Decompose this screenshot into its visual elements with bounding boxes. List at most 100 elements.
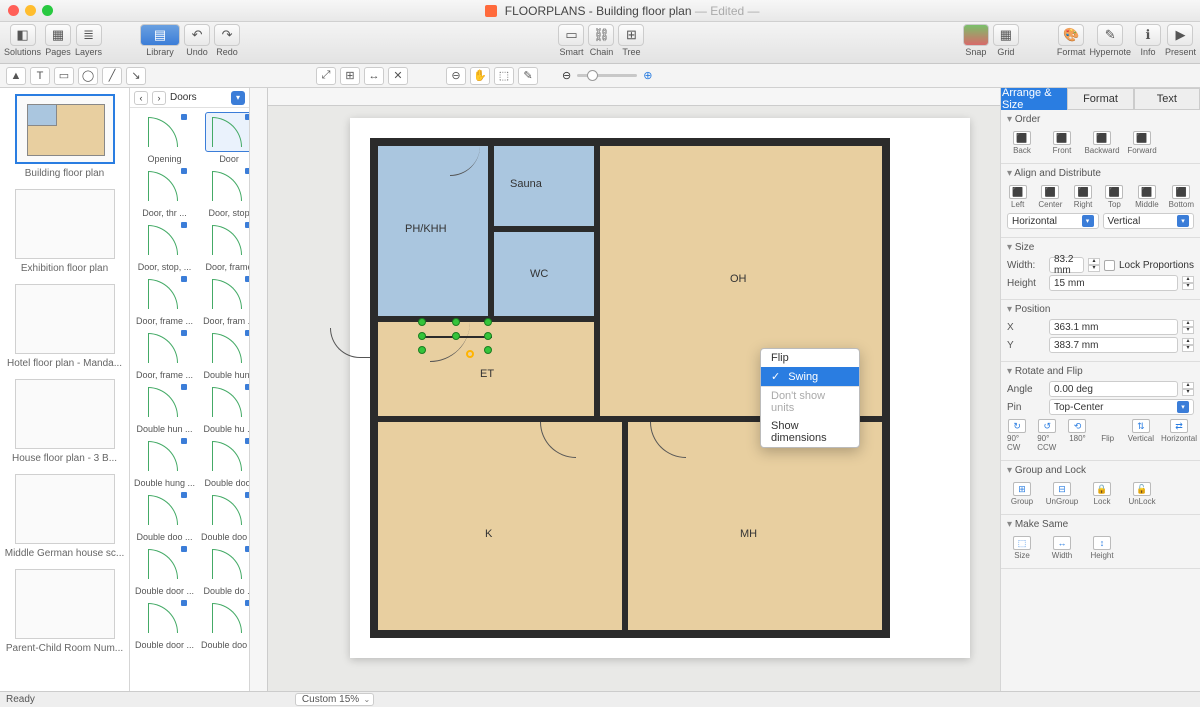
align-right[interactable]: ⬛Right bbox=[1072, 185, 1093, 209]
menu-show-dimensions[interactable]: Show dimensions bbox=[761, 417, 859, 447]
lib-fwd-icon[interactable]: › bbox=[152, 91, 166, 105]
order-backward[interactable]: ⬛Backward bbox=[1087, 131, 1117, 155]
library-item[interactable]: Door, thr ... bbox=[134, 166, 195, 218]
tool-d[interactable]: ✕ bbox=[388, 67, 408, 85]
unlock-btn[interactable]: 🔓UnLock bbox=[1127, 482, 1157, 506]
undo-button[interactable]: ↶ bbox=[184, 24, 210, 46]
lock-proportions[interactable]: Lock Proportions bbox=[1104, 260, 1194, 271]
library-item[interactable]: Door, frame ... bbox=[134, 328, 195, 380]
layers-button[interactable]: ≣ bbox=[76, 24, 102, 46]
distribute-h[interactable]: Horizontal▾ bbox=[1007, 213, 1099, 229]
rotate-cw[interactable]: ↻90° CW bbox=[1007, 419, 1027, 452]
smart-button[interactable]: ▭ bbox=[558, 24, 584, 46]
library-item[interactable]: Double do ... bbox=[201, 544, 249, 596]
tab-text[interactable]: Text bbox=[1134, 88, 1200, 110]
rotate-header[interactable]: Rotate and Flip bbox=[1007, 366, 1194, 377]
library-item[interactable]: Double doo ... bbox=[201, 490, 249, 542]
zoom-plus-icon[interactable]: ⊕ bbox=[643, 69, 652, 82]
library-item[interactable]: Double hung ... bbox=[134, 436, 195, 488]
same-size[interactable]: ⬚Size bbox=[1007, 536, 1037, 560]
same-height[interactable]: ↕Height bbox=[1087, 536, 1117, 560]
ellipse-tool[interactable]: ◯ bbox=[78, 67, 98, 85]
angle-input[interactable]: 0.00 deg bbox=[1049, 381, 1178, 397]
align-center[interactable]: ⬛Center bbox=[1038, 185, 1062, 209]
width-input[interactable]: 83.2 mm bbox=[1049, 257, 1084, 273]
library-item[interactable]: Door, fram ... bbox=[201, 274, 249, 326]
pages-button[interactable]: ▦ bbox=[45, 24, 71, 46]
tab-arrange[interactable]: Arrange & Size bbox=[1001, 88, 1067, 110]
redo-button[interactable]: ↷ bbox=[214, 24, 240, 46]
zoom-minus-icon[interactable]: ⊖ bbox=[562, 69, 571, 82]
library-item[interactable]: Double doo ... bbox=[201, 598, 249, 650]
order-header[interactable]: Order bbox=[1007, 114, 1194, 125]
minimize-icon[interactable] bbox=[25, 5, 36, 16]
eyedrop-tool[interactable]: ✎ bbox=[518, 67, 538, 85]
library-item[interactable]: Double doo ... bbox=[134, 490, 195, 542]
library-button[interactable]: ▤ bbox=[140, 24, 180, 46]
library-item[interactable]: Door, stop, ... bbox=[134, 220, 195, 272]
tool-c[interactable]: ↔ bbox=[364, 67, 384, 85]
distribute-v[interactable]: Vertical▾ bbox=[1103, 213, 1195, 229]
tab-format[interactable]: Format bbox=[1067, 88, 1133, 110]
tree-button[interactable]: ⊞ bbox=[618, 24, 644, 46]
present-button[interactable]: ▶ bbox=[1167, 24, 1193, 46]
align-bottom[interactable]: ⬛Bottom bbox=[1169, 185, 1194, 209]
lib-dropdown-icon[interactable]: ▾ bbox=[231, 91, 245, 105]
library-item[interactable]: Opening bbox=[134, 112, 195, 164]
flip-vertical[interactable]: ⇅Vertical bbox=[1128, 419, 1154, 452]
same-width[interactable]: ↔Width bbox=[1047, 536, 1077, 560]
ungroup-btn[interactable]: ⊟UnGroup bbox=[1047, 482, 1077, 506]
library-item[interactable]: Door, stop bbox=[201, 166, 249, 218]
connector-tool[interactable]: ↘ bbox=[126, 67, 146, 85]
pin-select[interactable]: Top-Center▾ bbox=[1049, 399, 1194, 415]
thumb-exhibition[interactable]: Exhibition floor plan bbox=[4, 189, 125, 274]
library-item[interactable]: Double door bbox=[201, 436, 249, 488]
rect-tool[interactable]: ▭ bbox=[54, 67, 74, 85]
align-header[interactable]: Align and Distribute bbox=[1007, 168, 1194, 179]
thumb-german[interactable]: Middle German house sc... bbox=[4, 474, 125, 559]
library-item[interactable]: Double hung bbox=[201, 328, 249, 380]
hypernote-button[interactable]: ✎ bbox=[1097, 24, 1123, 46]
size-header[interactable]: Size bbox=[1007, 242, 1194, 253]
zoom-icon[interactable] bbox=[42, 5, 53, 16]
thumb-building[interactable]: Building floor plan bbox=[4, 94, 125, 179]
library-item[interactable]: Double hun ... bbox=[134, 382, 195, 434]
library-item[interactable]: Door bbox=[201, 112, 249, 164]
order-forward[interactable]: ⬛Forward bbox=[1127, 131, 1157, 155]
tool-e[interactable]: ⬚ bbox=[494, 67, 514, 85]
grid-button[interactable]: ▦ bbox=[993, 24, 1019, 46]
height-input[interactable]: 15 mm bbox=[1049, 275, 1178, 291]
library-item[interactable]: Double door ... bbox=[134, 598, 195, 650]
tool-a[interactable]: ⤢ bbox=[316, 67, 336, 85]
align-middle[interactable]: ⬛Middle bbox=[1135, 185, 1159, 209]
selected-door-object[interactable] bbox=[422, 328, 492, 346]
solutions-button[interactable]: ◧ bbox=[10, 24, 36, 46]
drawing-page[interactable]: Sauna WC PH/KHH ET OH K MH bbox=[350, 118, 970, 658]
align-left[interactable]: ⬛Left bbox=[1007, 185, 1028, 209]
zoom-out-tool[interactable]: ⊖ bbox=[446, 67, 466, 85]
chain-button[interactable]: ⛓ bbox=[588, 24, 614, 46]
rotate-180[interactable]: ⟲180° bbox=[1067, 419, 1087, 452]
lock-btn[interactable]: 🔒Lock bbox=[1087, 482, 1117, 506]
library-item[interactable]: Double hu ... bbox=[201, 382, 249, 434]
align-top[interactable]: ⬛Top bbox=[1104, 185, 1125, 209]
hand-tool[interactable]: ✋ bbox=[470, 67, 490, 85]
group-btn[interactable]: ⊞Group bbox=[1007, 482, 1037, 506]
library-item[interactable]: Double door ... bbox=[134, 544, 195, 596]
order-back[interactable]: ⬛Back bbox=[1007, 131, 1037, 155]
thumb-parent[interactable]: Parent-Child Room Num... bbox=[4, 569, 125, 654]
format-button[interactable]: 🎨 bbox=[1058, 24, 1084, 46]
tool-b[interactable]: ⊞ bbox=[340, 67, 360, 85]
line-tool[interactable]: ╱ bbox=[102, 67, 122, 85]
close-icon[interactable] bbox=[8, 5, 19, 16]
library-item[interactable]: Door, frame ... bbox=[134, 274, 195, 326]
thumb-hotel[interactable]: Hotel floor plan - Manda... bbox=[4, 284, 125, 369]
same-header[interactable]: Make Same bbox=[1007, 519, 1194, 530]
rotate-ccw[interactable]: ↺90° CCW bbox=[1037, 419, 1057, 452]
lib-back-icon[interactable]: ‹ bbox=[134, 91, 148, 105]
thumb-house[interactable]: House floor plan - 3 B... bbox=[4, 379, 125, 464]
x-input[interactable]: 363.1 mm bbox=[1049, 319, 1178, 335]
snap-button[interactable] bbox=[963, 24, 989, 46]
group-header[interactable]: Group and Lock bbox=[1007, 465, 1194, 476]
menu-flip[interactable]: Flip bbox=[761, 349, 859, 367]
